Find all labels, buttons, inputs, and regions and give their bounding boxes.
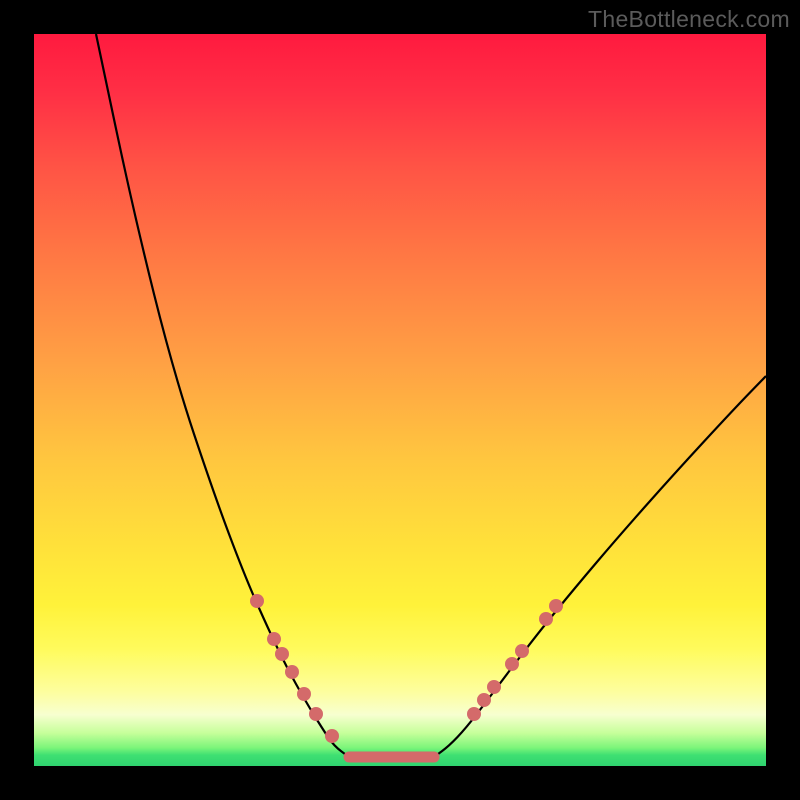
- data-marker: [487, 680, 501, 694]
- markers-group: [250, 594, 563, 743]
- data-marker: [477, 693, 491, 707]
- data-marker: [549, 599, 563, 613]
- data-marker: [309, 707, 323, 721]
- data-marker: [297, 687, 311, 701]
- data-marker: [250, 594, 264, 608]
- data-marker: [505, 657, 519, 671]
- curve-layer: [34, 34, 766, 766]
- data-marker: [325, 729, 339, 743]
- data-marker: [275, 647, 289, 661]
- data-marker: [539, 612, 553, 626]
- data-marker: [267, 632, 281, 646]
- data-marker: [285, 665, 299, 679]
- chart-frame: TheBottleneck.com: [0, 0, 800, 800]
- data-marker: [515, 644, 529, 658]
- data-marker: [467, 707, 481, 721]
- curve-left-branch: [96, 34, 349, 757]
- watermark-text: TheBottleneck.com: [588, 6, 790, 33]
- plot-area: [34, 34, 766, 766]
